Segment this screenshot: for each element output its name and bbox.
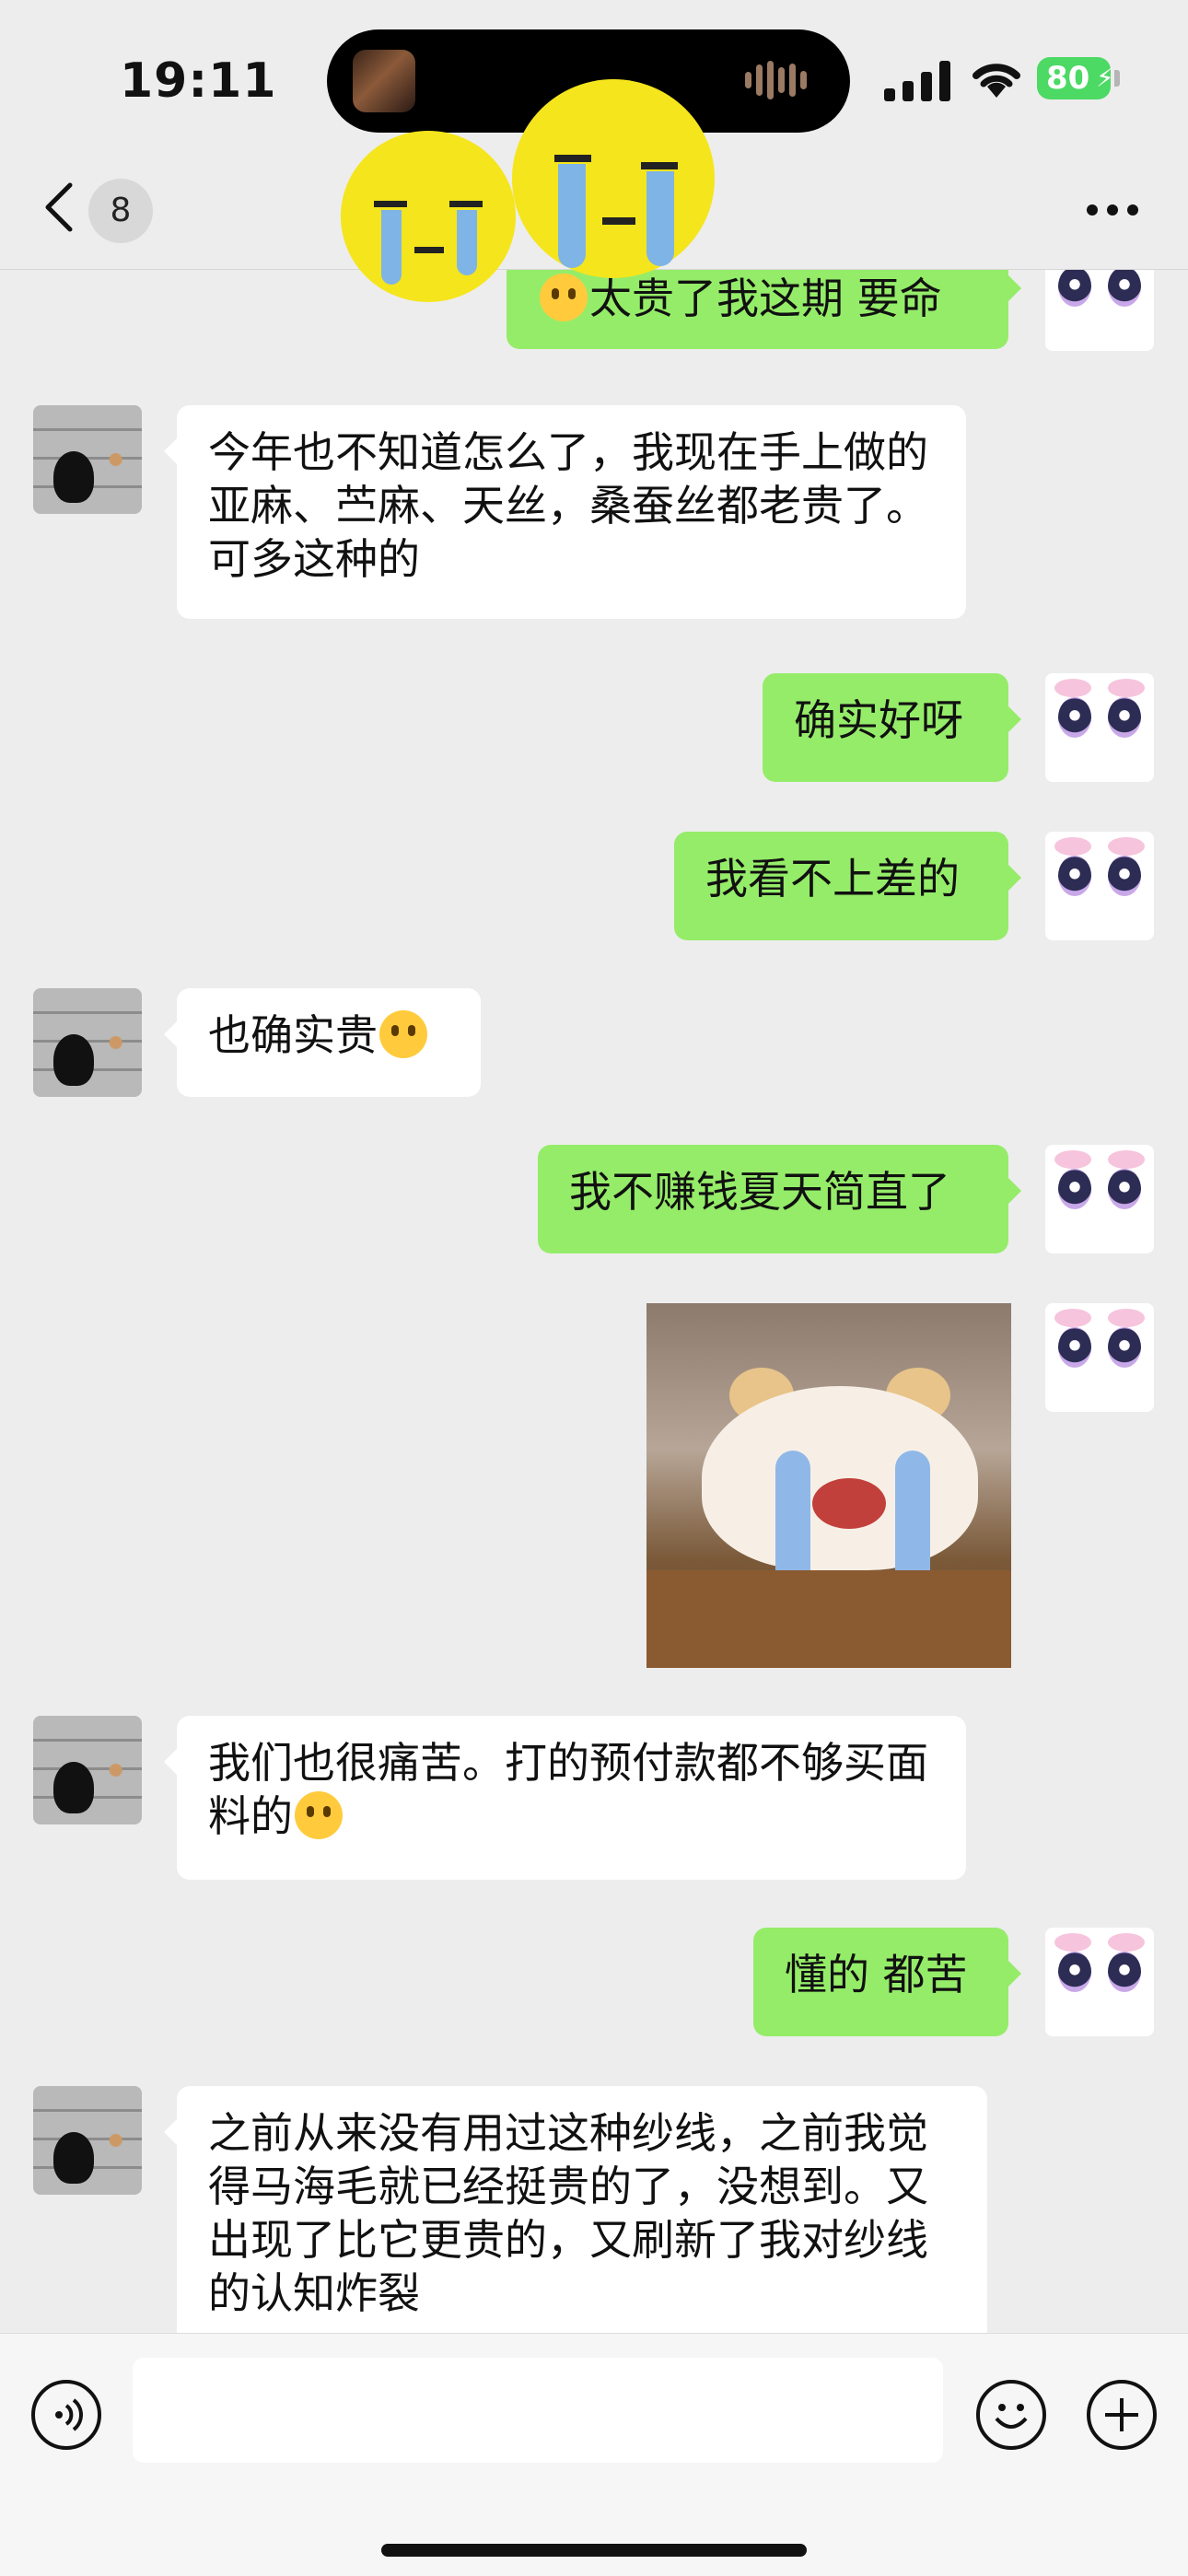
back-icon[interactable]: [41, 180, 77, 235]
my-avatar[interactable]: [1045, 673, 1154, 782]
my-avatar[interactable]: [1045, 832, 1154, 940]
laughing-crying-icon: [379, 1010, 427, 1058]
message-bubble-them[interactable]: 之前从来没有用过这种纱线，之前我觉得马海毛就已经挺贵的了，没想到。又出现了比它更…: [164, 2086, 987, 2333]
message-bubble-me[interactable]: 太贵了我这期 要命: [507, 270, 1021, 349]
message-bubble-me[interactable]: 确实好呀: [763, 673, 1021, 782]
unread-count-badge[interactable]: 8: [88, 179, 153, 243]
crying-emoji-sticker: [512, 79, 715, 278]
message-bubble-me[interactable]: 我看不上差的: [674, 832, 1021, 940]
my-avatar[interactable]: [1045, 1303, 1154, 1412]
now-playing-artwork: [353, 50, 415, 112]
battery-cap: [1114, 70, 1120, 87]
battery-level: 80: [1046, 60, 1090, 97]
my-avatar[interactable]: [1045, 1145, 1154, 1253]
more-icon[interactable]: [1087, 204, 1138, 217]
crying-emoji-sticker: [341, 131, 516, 302]
status-time: 19:11: [120, 53, 277, 109]
charging-bolt-icon: ⚡: [1096, 63, 1114, 93]
wifi-icon: [969, 55, 1024, 99]
message-bubble-them[interactable]: 今年也不知道怎么了，我现在手上做的亚麻、苎麻、天丝，桑蚕丝都老贵了。可多这种的: [164, 405, 966, 619]
crying-bear-sticker[interactable]: [646, 1303, 1011, 1668]
home-indicator[interactable]: [381, 2544, 807, 2557]
message-bubble-me[interactable]: 我不赚钱夏天简直了: [538, 1145, 1021, 1253]
audio-wave-icon: [745, 61, 819, 101]
emoji-icon[interactable]: [976, 2380, 1046, 2450]
message-bubble-me[interactable]: 懂的 都苦: [753, 1928, 1021, 2036]
flushed-face-icon: [295, 1791, 343, 1839]
contact-avatar[interactable]: [33, 405, 142, 514]
battery-indicator: 80 ⚡: [1037, 57, 1114, 99]
message-input[interactable]: [133, 2358, 943, 2463]
my-avatar[interactable]: [1045, 270, 1154, 351]
voice-icon[interactable]: [31, 2380, 101, 2450]
contact-avatar[interactable]: [33, 2086, 142, 2195]
contact-avatar[interactable]: [33, 1716, 142, 1824]
cellular-signal-icon: [884, 61, 956, 101]
input-toolbar: [0, 2333, 1188, 2576]
plus-icon[interactable]: [1087, 2380, 1157, 2450]
pleading-face-icon: [540, 274, 588, 321]
message-bubble-them[interactable]: 我们也很痛苦。打的预付款都不够买面料的: [164, 1716, 966, 1880]
message-list[interactable]: 太贵了我这期 要命 今年也不知道怎么了，我现在手上做的亚麻、苎麻、天丝，桑蚕丝都…: [0, 270, 1188, 2333]
my-avatar[interactable]: [1045, 1928, 1154, 2036]
contact-avatar[interactable]: [33, 988, 142, 1097]
message-bubble-them[interactable]: 也确实贵: [164, 988, 481, 1097]
